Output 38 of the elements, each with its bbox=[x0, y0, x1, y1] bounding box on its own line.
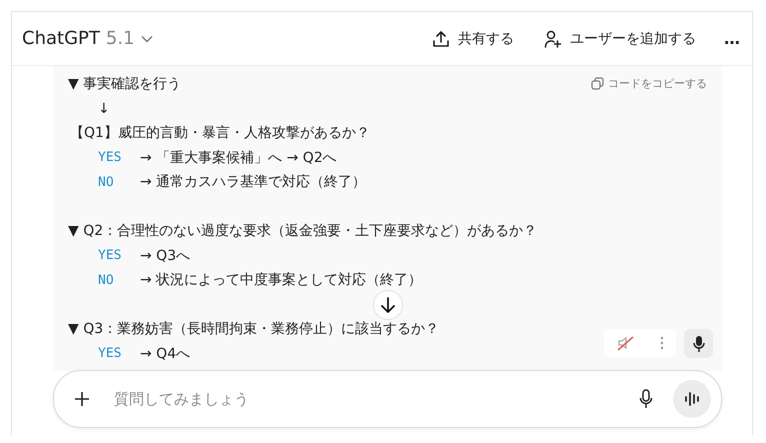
code-line: → 状況によって中度事案として対応（終了） bbox=[140, 271, 422, 290]
code-line: → 通常カスハラ基準で対応（終了） bbox=[140, 173, 366, 192]
microphone-button[interactable] bbox=[684, 329, 713, 358]
code-line: → Q4へ bbox=[140, 344, 190, 363]
speaker-muted-icon bbox=[616, 335, 634, 351]
app-title: ChatGPT bbox=[22, 28, 100, 49]
code-line: ▼ 事実確認を行う bbox=[68, 75, 182, 94]
copy-icon bbox=[591, 77, 604, 90]
code-line: ▼ Q3：業務妨害（長時間拘束・業務停止）に該当するか？ bbox=[68, 320, 440, 338]
microphone-icon bbox=[639, 389, 653, 409]
microphone-icon bbox=[692, 334, 704, 352]
code-keyword: NO bbox=[98, 272, 115, 288]
code-keyword: NO bbox=[98, 174, 115, 190]
code-keyword: YES bbox=[98, 248, 122, 264]
dots-vertical-icon bbox=[660, 336, 664, 350]
add-user-button[interactable]: ユーザーを追加する bbox=[538, 26, 702, 52]
share-button[interactable]: 共有する bbox=[426, 26, 520, 52]
message-field[interactable]: 質問してみましょう bbox=[53, 370, 722, 428]
message-input[interactable]: 質問してみましょう bbox=[112, 389, 637, 409]
code-keyword: YES bbox=[98, 346, 122, 362]
plus-icon bbox=[74, 391, 90, 407]
code-line: 【Q1】威圧的言動・暴言・人格攻撃があるか？ bbox=[70, 124, 370, 142]
add-user-icon bbox=[544, 30, 562, 48]
arrow-down-icon bbox=[381, 297, 395, 313]
code-keyword: YES bbox=[98, 150, 122, 166]
more-button[interactable]: … bbox=[720, 29, 744, 48]
code-line: ▼ Q2：合理性のない過度な要求（返金強要・土下座要求など）があるか？ bbox=[68, 222, 538, 240]
add-button[interactable] bbox=[72, 389, 92, 409]
code-line: → 「重大事案候補」へ → Q2へ bbox=[140, 148, 337, 167]
code-line: ↓ bbox=[98, 100, 110, 117]
waveform-icon bbox=[684, 392, 700, 406]
voice-mode-button[interactable] bbox=[673, 380, 711, 418]
model-selector[interactable]: 5.1 bbox=[106, 28, 153, 49]
copy-code-button[interactable]: コードをコピーする bbox=[591, 76, 707, 91]
upload-icon bbox=[432, 30, 450, 48]
chevron-down-icon bbox=[140, 34, 153, 42]
dictation-button[interactable] bbox=[637, 387, 655, 411]
code-line: → Q3へ bbox=[140, 246, 190, 265]
